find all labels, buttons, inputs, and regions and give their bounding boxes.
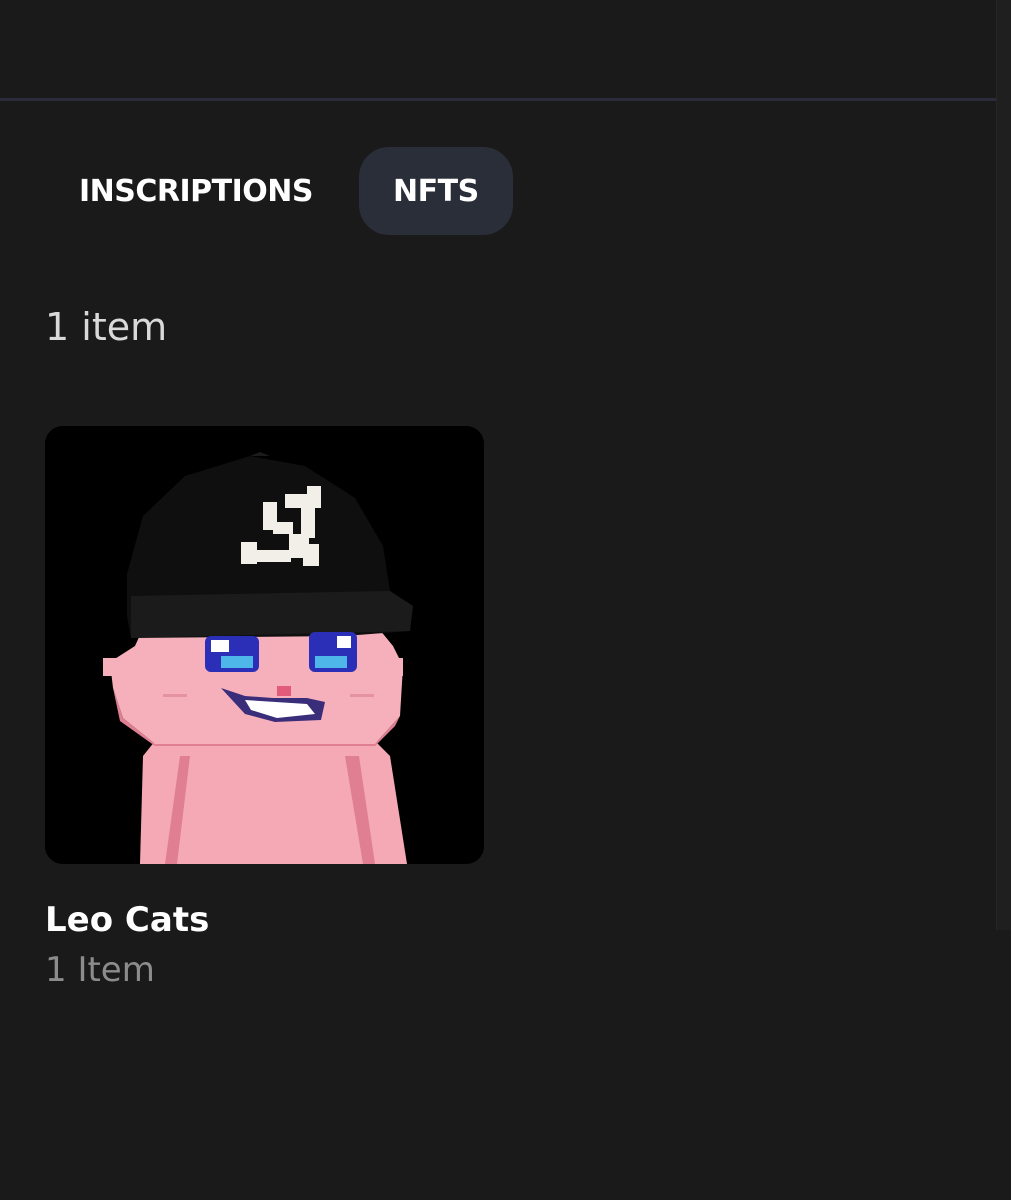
pixel-cat-image: [45, 426, 484, 864]
collection-thumbnail[interactable]: [45, 426, 484, 864]
nft-gallery-page: INSCRIPTIONS NFTS 1 item Leo Cats 1 Item: [0, 0, 1011, 1200]
collection-item-count: 1 Item: [45, 950, 155, 990]
header-divider: [0, 98, 1011, 101]
asset-tabs: INSCRIPTIONS NFTS: [45, 147, 513, 235]
tab-inscriptions[interactable]: INSCRIPTIONS: [45, 147, 347, 235]
tab-nfts[interactable]: NFTS: [359, 147, 513, 235]
scrollbar[interactable]: [996, 0, 1011, 930]
collection-card[interactable]: Leo Cats 1 Item: [45, 426, 485, 990]
collection-count: 1 item: [45, 305, 168, 349]
collection-name: Leo Cats: [45, 900, 210, 940]
